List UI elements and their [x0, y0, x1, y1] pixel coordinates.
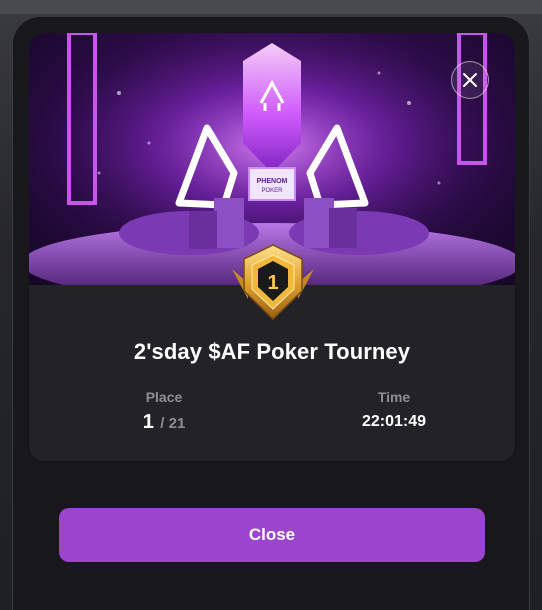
rank-badge-value: 1: [267, 272, 278, 294]
trophy-label-bottom: POKER: [261, 188, 283, 194]
place-total: / 21: [160, 415, 186, 432]
place-stat: Place 1 / 21: [119, 389, 209, 434]
time-value: 22:01:49: [361, 413, 427, 430]
close-button[interactable]: Close: [59, 508, 485, 562]
result-card: PHENOM POKER 1 2'sday $AF Poker Tourney …: [29, 33, 515, 461]
place-current: 1: [142, 411, 154, 433]
close-icon: [463, 73, 477, 87]
time-label: Time: [377, 389, 411, 405]
tournament-result-modal: PHENOM POKER 1 2'sday $AF Poker Tourney …: [12, 16, 530, 610]
tournament-title: 2'sday $AF Poker Tourney: [133, 339, 411, 364]
rank-badge: 1: [228, 239, 318, 325]
backdrop-topbar: [0, 0, 542, 14]
place-label: Place: [145, 389, 183, 405]
trophy-label-top: PHENOM: [257, 178, 288, 185]
close-modal-button[interactable]: [451, 61, 489, 99]
time-stat: Time 22:01:49: [339, 389, 449, 431]
